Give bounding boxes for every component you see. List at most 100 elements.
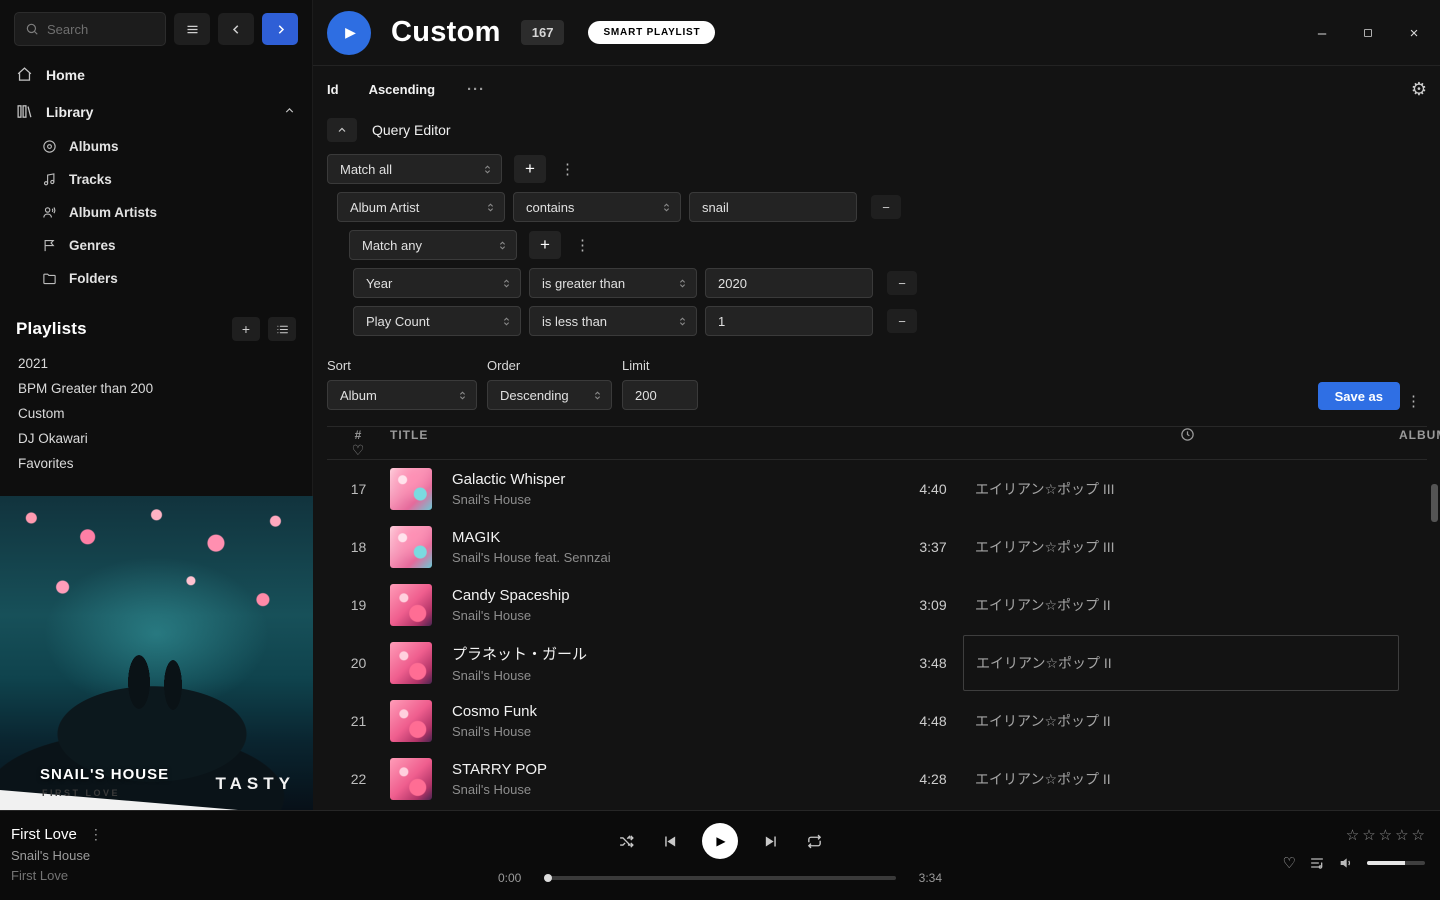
next-track-button[interactable] (761, 831, 781, 851)
add-rule-button[interactable]: + (514, 155, 546, 183)
rule-value-input[interactable] (705, 268, 873, 298)
column-header-duration[interactable] (975, 427, 1399, 442)
sidebar-item-library[interactable]: Library (0, 93, 312, 130)
sidebar-item-genres[interactable]: Genres (0, 229, 312, 262)
now-playing-title[interactable]: First Love (11, 826, 77, 843)
track-album-cell[interactable]: エイリアン☆ポップ III (975, 519, 1399, 575)
sidebar-item-album-artists[interactable]: Album Artists (0, 196, 312, 229)
track-album-cell-focused[interactable]: エイリアン☆ポップ II (975, 635, 1399, 691)
previous-track-button[interactable] (659, 831, 679, 851)
repeat-button[interactable] (804, 831, 824, 851)
row-number: 20 (327, 655, 390, 671)
track-artist[interactable]: Snail's House (452, 492, 891, 507)
table-row[interactable]: 22 STARRY POP Snail's House 4:28 エイリアン☆ポ… (327, 750, 1427, 808)
playlist-item[interactable]: Custom (0, 401, 312, 426)
now-playing-album[interactable]: First Love (11, 868, 103, 883)
rule-operator-select[interactable]: is greater than (529, 268, 697, 298)
star-icon[interactable]: ☆ (1412, 826, 1425, 844)
search-box[interactable] (14, 12, 166, 46)
sidebar-item-tracks[interactable]: Tracks (0, 163, 312, 196)
group-menu-button[interactable]: ⋮ (569, 236, 596, 254)
playlist-item[interactable]: 2021 (0, 351, 312, 376)
table-row[interactable]: 18 MAGIK Snail's House feat. Sennzai 3:3… (327, 518, 1427, 576)
seek-handle[interactable] (544, 874, 552, 882)
close-button[interactable]: × (1398, 18, 1430, 48)
more-options-control[interactable]: ··· (467, 81, 485, 98)
gear-icon[interactable]: ⚙ (1411, 79, 1427, 100)
table-row[interactable]: 21 Cosmo Funk Snail's House 4:48 エイリアン☆ポ… (327, 692, 1427, 750)
rule-operator-select[interactable]: contains (513, 192, 681, 222)
now-playing-menu-button[interactable]: ⋮ (89, 826, 103, 843)
remove-rule-button[interactable]: − (887, 309, 917, 333)
column-header-title[interactable]: TITLE (390, 428, 891, 442)
star-icon[interactable]: ☆ (1379, 826, 1392, 844)
now-playing-artist[interactable]: Snail's House (11, 848, 103, 863)
sort-direction-control[interactable]: Ascending (369, 82, 435, 97)
rule-operator-select[interactable]: is less than (529, 306, 697, 336)
play-playlist-button[interactable]: ▶ (327, 11, 371, 55)
order-select[interactable]: Descending (487, 380, 612, 410)
rule-field-select[interactable]: Album Artist (337, 192, 505, 222)
sidebar-item-folders[interactable]: Folders (0, 262, 312, 295)
star-icon[interactable]: ☆ (1395, 826, 1408, 844)
table-row[interactable]: 17 Galactic Whisper Snail's House 4:40 エ… (327, 460, 1427, 518)
star-icon[interactable]: ☆ (1346, 826, 1359, 844)
track-artist[interactable]: Snail's House (452, 724, 891, 739)
volume-slider[interactable] (1367, 861, 1425, 865)
track-artist[interactable]: Snail's House feat. Sennzai (452, 550, 891, 565)
save-as-button[interactable]: Save as (1318, 382, 1400, 410)
playlist-item[interactable]: DJ Okawari (0, 426, 312, 451)
rule-field-select[interactable]: Year (353, 268, 521, 298)
collapse-query-editor-button[interactable] (327, 118, 357, 142)
nav-forward-button[interactable] (262, 13, 298, 45)
star-icon[interactable]: ☆ (1362, 826, 1375, 844)
sidebar-item-home[interactable]: Home (0, 56, 312, 93)
track-album-cell[interactable]: エイリアン☆ポップ III (975, 461, 1399, 517)
now-playing-artwork[interactable]: SNAIL'S HOUSE FIRST LOVE TASTY (0, 496, 313, 810)
track-album-cell[interactable]: エイリアン☆ポップ II (975, 693, 1399, 749)
rule-value-input[interactable] (689, 192, 857, 222)
save-menu-button[interactable]: ⋮ (1400, 392, 1427, 410)
search-input[interactable] (47, 22, 155, 37)
favorite-button[interactable]: ♡ (1283, 854, 1296, 872)
minimize-button[interactable]: – (1306, 18, 1338, 48)
playlist-list-options-button[interactable] (268, 317, 296, 341)
scrollbar-thumb[interactable] (1431, 484, 1438, 522)
add-group-rule-button[interactable]: + (529, 231, 561, 259)
match-all-select[interactable]: Match all (327, 154, 502, 184)
queue-button[interactable] (1309, 855, 1325, 871)
playlists-title: Playlists (16, 319, 224, 339)
remove-rule-button[interactable]: − (871, 195, 901, 219)
play-pause-button[interactable]: ▶ (702, 823, 738, 859)
seek-bar[interactable] (544, 876, 896, 880)
table-row[interactable]: 19 Candy Spaceship Snail's House 3:09 エイ… (327, 576, 1427, 634)
menu-button[interactable] (174, 13, 210, 45)
column-header-index[interactable]: # (327, 428, 390, 442)
row-title-cell: Candy Spaceship Snail's House (452, 587, 891, 623)
track-artist[interactable]: Snail's House (452, 668, 891, 683)
shuffle-button[interactable] (616, 831, 636, 851)
maximize-button[interactable] (1352, 18, 1384, 48)
nav-back-button[interactable] (218, 13, 254, 45)
column-header-favorite[interactable]: ♡ (327, 442, 390, 459)
sort-select[interactable]: Album (327, 380, 477, 410)
rule-field-select[interactable]: Play Count (353, 306, 521, 336)
sidebar-item-albums[interactable]: Albums (0, 130, 312, 163)
rule-value-input[interactable] (705, 306, 873, 336)
match-any-select[interactable]: Match any (349, 230, 517, 260)
track-album-cell[interactable]: エイリアン☆ポップ II (975, 751, 1399, 807)
playlist-item[interactable]: Favorites (0, 451, 312, 476)
table-row[interactable]: 20 プラネット・ガール Snail's House 3:48 エイリアン☆ポッ… (327, 634, 1427, 692)
track-album-cell[interactable]: エイリアン☆ポップ II (975, 577, 1399, 633)
limit-input[interactable] (622, 380, 698, 410)
repeat-icon (806, 833, 823, 850)
remove-rule-button[interactable]: − (887, 271, 917, 295)
track-artist[interactable]: Snail's House (452, 782, 891, 797)
rule-menu-button[interactable]: ⋮ (554, 160, 581, 178)
track-artist[interactable]: Snail's House (452, 608, 891, 623)
add-playlist-button[interactable]: + (232, 317, 260, 341)
volume-button[interactable] (1338, 855, 1354, 871)
sort-field-control[interactable]: Id (327, 82, 339, 97)
playlist-item[interactable]: BPM Greater than 200 (0, 376, 312, 401)
column-header-album[interactable]: ALBUM (1399, 428, 1427, 442)
